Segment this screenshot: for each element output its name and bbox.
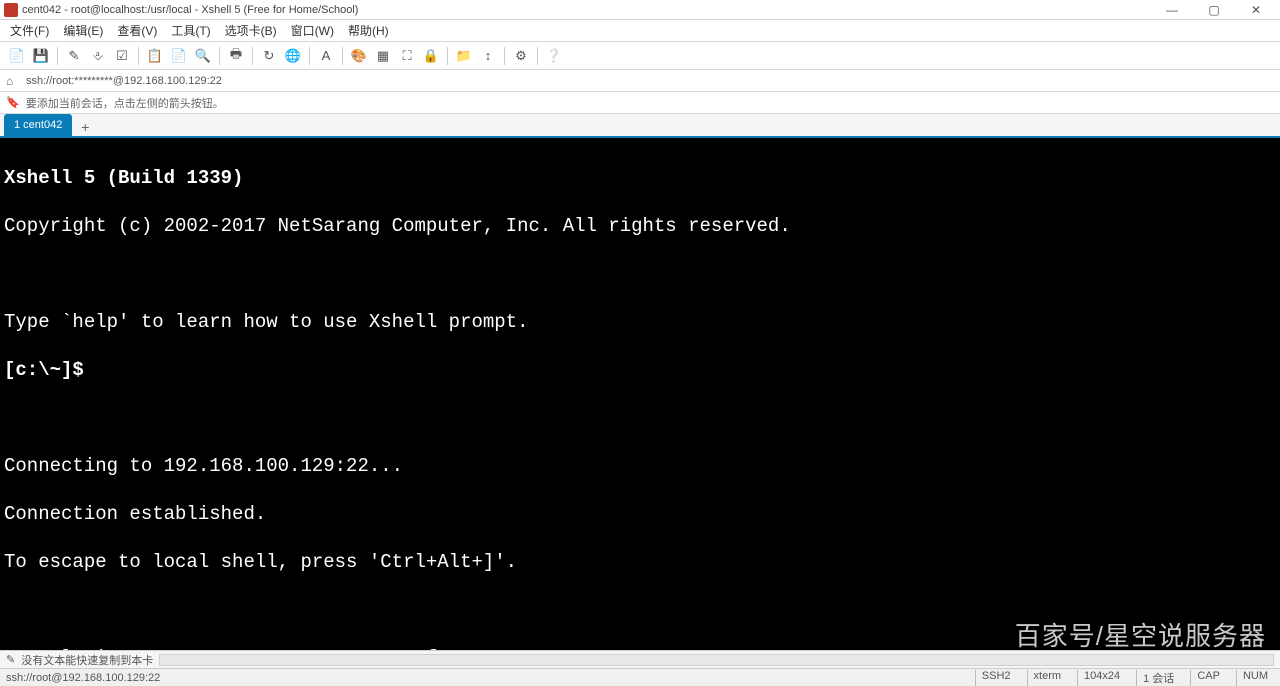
host-icon: ⌂: [6, 74, 20, 88]
separator: [57, 47, 58, 65]
separator: [219, 47, 220, 65]
status-protocol: SSH2: [975, 670, 1017, 686]
menu-edit[interactable]: 编辑(E): [57, 20, 109, 41]
menu-tabs[interactable]: 选项卡(B): [219, 20, 283, 41]
status-right: SSH2 xterm 104x24 1 会话 CAP NUM: [975, 670, 1274, 686]
fullscreen-icon[interactable]: ⛶: [396, 45, 418, 67]
session-icon[interactable]: 📁: [453, 45, 475, 67]
terminal-line: Copyright (c) 2002-2017 NetSarang Comput…: [4, 214, 1276, 238]
terminal-line: [4, 262, 1276, 286]
statusbar: ssh://root@192.168.100.129:22 SSH2 xterm…: [0, 668, 1280, 686]
find-icon[interactable]: 🔍: [192, 45, 214, 67]
watermark: 百家号/星空说服务器: [1015, 624, 1266, 648]
tab-label: 1 cent042: [14, 119, 62, 131]
menu-window[interactable]: 窗口(W): [285, 20, 340, 41]
status-connection: ssh://root@192.168.100.129:22: [6, 672, 975, 684]
window-controls: — ▢ ✕: [1152, 1, 1276, 19]
terminal-line: [4, 406, 1276, 430]
bottombar-text: 没有文本能快速复制到本卡: [21, 652, 153, 668]
separator: [504, 47, 505, 65]
terminal-line: Xshell 5 (Build 1339): [4, 166, 1276, 190]
separator: [252, 47, 253, 65]
terminal-line: Type `help' to learn how to use Xshell p…: [4, 310, 1276, 334]
menu-tools[interactable]: 工具(T): [165, 20, 216, 41]
separator: [537, 47, 538, 65]
menu-help[interactable]: 帮助(H): [342, 20, 395, 41]
separator: [138, 47, 139, 65]
terminal-line: [c:\~]$: [4, 358, 1276, 382]
app-icon: [4, 3, 18, 17]
terminal-line: [4, 598, 1276, 622]
status-size: 104x24: [1077, 670, 1126, 686]
toolbar: 📄 💾 ✎ ⎀ ☑ 📋 📄 🔍 🖶 ↻ 🌐 A 🎨 ▦ ⛶ 🔒 📁 ↕ ⚙ ❔: [0, 42, 1280, 70]
hintbar: 🔖 要添加当前会话，点击左侧的箭头按钮。: [0, 92, 1280, 114]
properties-icon[interactable]: ☑: [111, 45, 133, 67]
menu-file[interactable]: 文件(F): [4, 20, 55, 41]
copy-icon[interactable]: 📋: [144, 45, 166, 67]
print-icon[interactable]: 🖶: [225, 45, 247, 67]
menubar: 文件(F) 编辑(E) 查看(V) 工具(T) 选项卡(B) 窗口(W) 帮助(…: [0, 20, 1280, 42]
minimize-button[interactable]: —: [1152, 1, 1192, 19]
status-num: NUM: [1236, 670, 1274, 686]
compose-icon[interactable]: ✎: [6, 653, 15, 666]
terminal-line: Connecting to 192.168.100.129:22...: [4, 454, 1276, 478]
paste-icon[interactable]: 📄: [168, 45, 190, 67]
new-session-icon[interactable]: 📄: [6, 45, 28, 67]
connect-icon[interactable]: ✎: [63, 45, 85, 67]
separator: [309, 47, 310, 65]
scrollbar-horizontal[interactable]: [159, 654, 1274, 666]
layout-icon[interactable]: ▦: [372, 45, 394, 67]
maximize-button[interactable]: ▢: [1194, 1, 1234, 19]
hint-text: 要添加当前会话，点击左侧的箭头按钮。: [26, 95, 224, 111]
tab-session-1[interactable]: 1 cent042: [4, 114, 72, 136]
font-icon[interactable]: A: [315, 45, 337, 67]
save-icon[interactable]: 💾: [30, 45, 52, 67]
titlebar: cent042 - root@localhost:/usr/local - Xs…: [0, 0, 1280, 20]
bottombar: ✎ 没有文本能快速复制到本卡: [0, 650, 1280, 668]
terminal-line: To escape to local shell, press 'Ctrl+Al…: [4, 550, 1276, 574]
status-sessions: 1 会话: [1136, 670, 1180, 686]
bookmark-icon[interactable]: 🔖: [6, 96, 20, 109]
reconnect-icon[interactable]: ↻: [258, 45, 280, 67]
status-cap: CAP: [1190, 670, 1226, 686]
globe-icon[interactable]: 🌐: [282, 45, 304, 67]
disconnect-icon[interactable]: ⎀: [87, 45, 109, 67]
addressbar: ⌂: [0, 70, 1280, 92]
status-term: xterm: [1027, 670, 1068, 686]
window-title: cent042 - root@localhost:/usr/local - Xs…: [22, 4, 1152, 16]
menu-view[interactable]: 查看(V): [111, 20, 163, 41]
close-button[interactable]: ✕: [1236, 1, 1276, 19]
address-input[interactable]: [26, 75, 1274, 87]
tabbar: 1 cent042 +: [0, 114, 1280, 138]
color-icon[interactable]: 🎨: [348, 45, 370, 67]
tab-add-button[interactable]: +: [76, 118, 94, 136]
separator: [447, 47, 448, 65]
transfer-icon[interactable]: ↕: [477, 45, 499, 67]
terminal-line: Connection established.: [4, 502, 1276, 526]
help-icon[interactable]: ❔: [543, 45, 565, 67]
lock-icon[interactable]: 🔒: [420, 45, 442, 67]
terminal[interactable]: Xshell 5 (Build 1339) Copyright (c) 2002…: [0, 138, 1280, 650]
settings-icon[interactable]: ⚙: [510, 45, 532, 67]
separator: [342, 47, 343, 65]
